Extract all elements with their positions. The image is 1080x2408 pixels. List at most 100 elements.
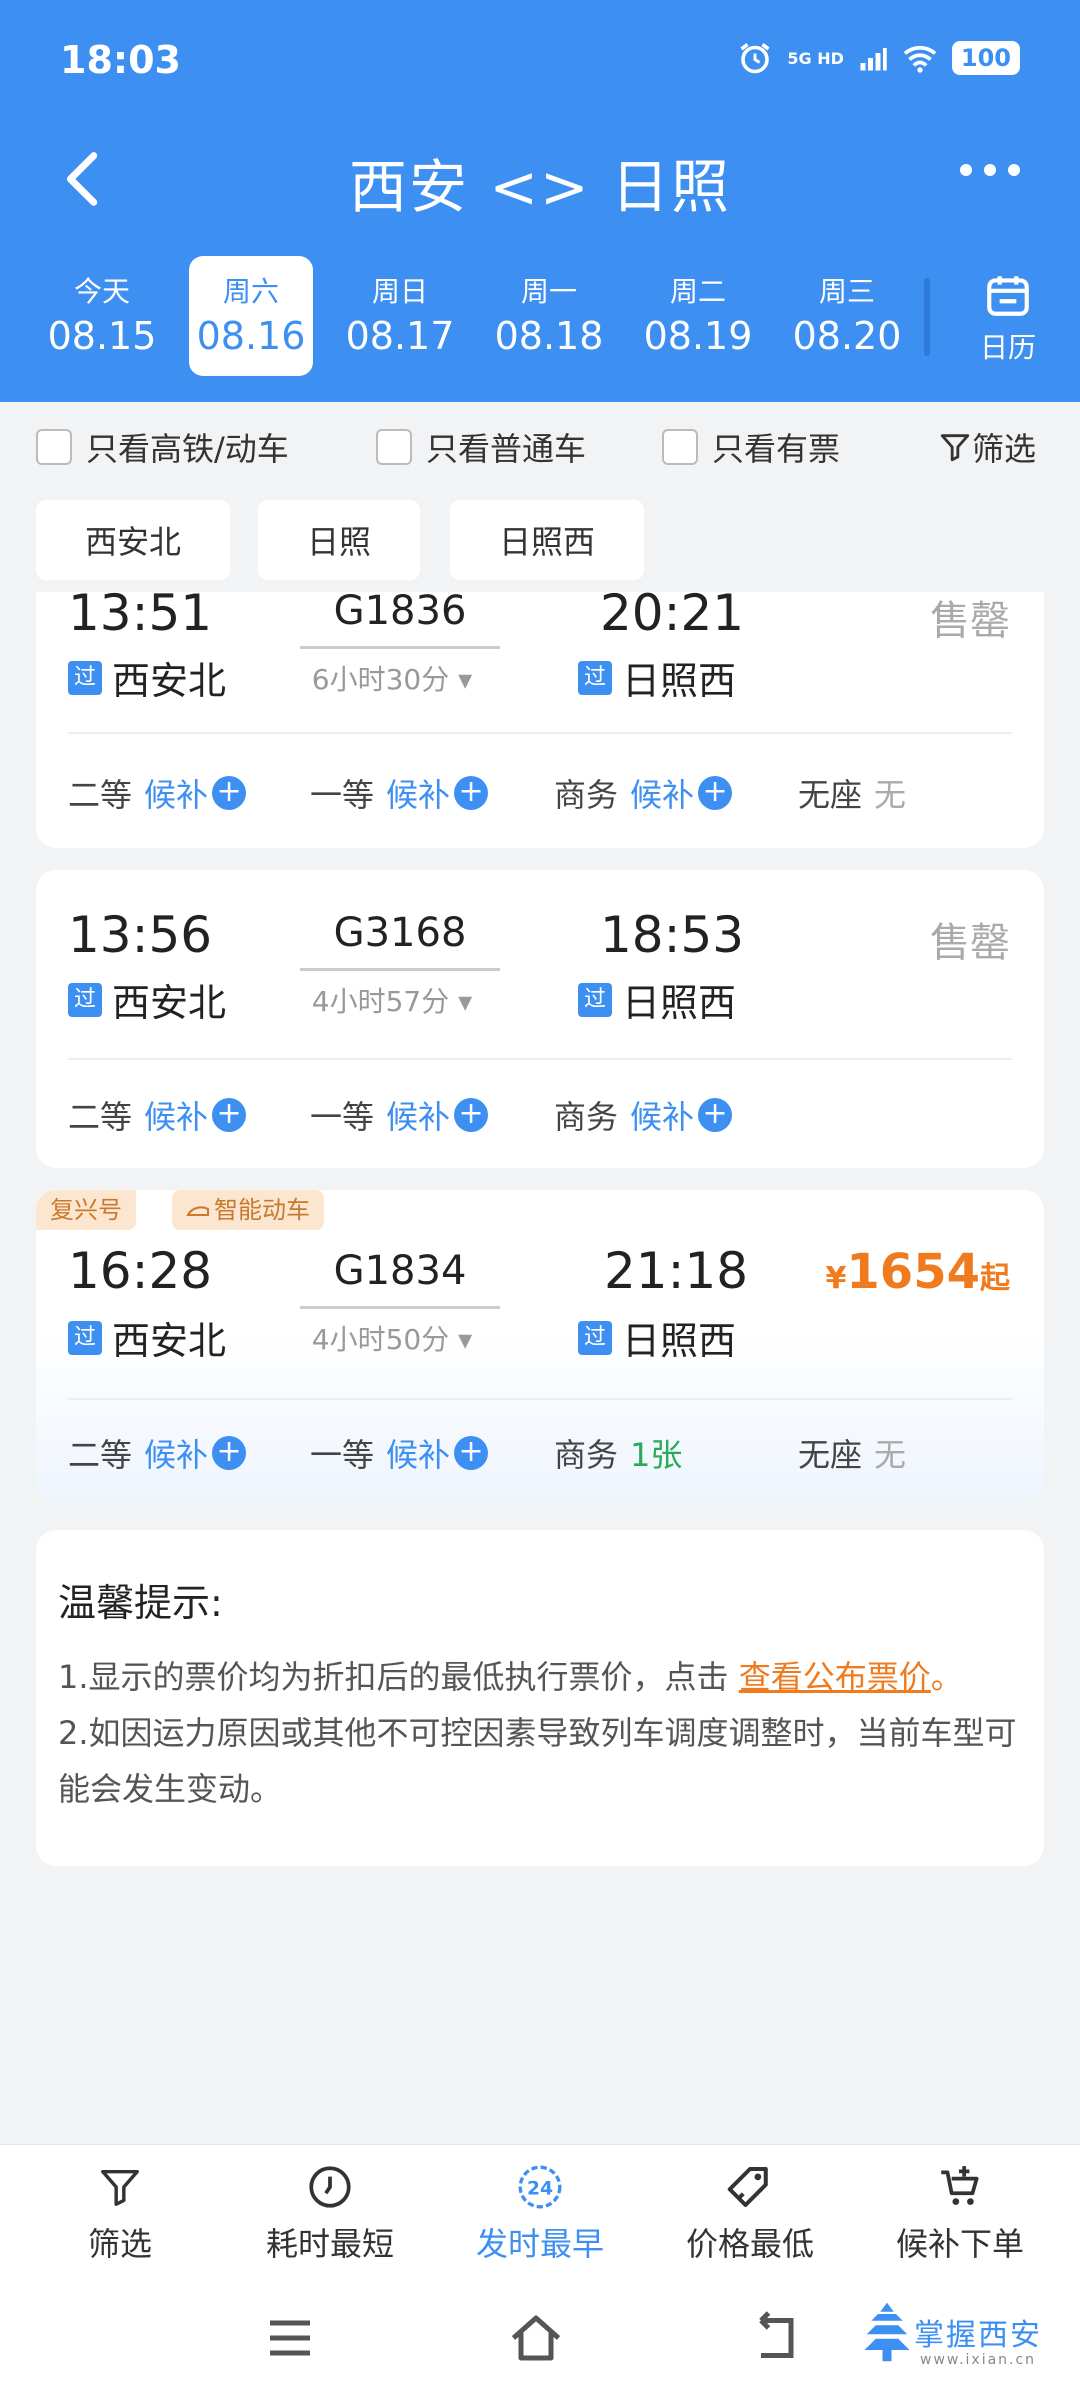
seat-second[interactable]: 二等 候补 + xyxy=(68,1430,247,1476)
to-station: 过日照西 xyxy=(578,1310,736,1365)
tab-earliest[interactable]: 24 发时最早 xyxy=(450,2159,630,2265)
seat-business[interactable]: 商务 候补 + xyxy=(554,770,733,816)
home-nav-button[interactable] xyxy=(504,2308,584,2378)
tips-line-2: 2.如因运力原因或其他不可控因素导致列车调度调整时，当前车型可能会发生变动。 xyxy=(58,1714,1017,1808)
svg-text:24: 24 xyxy=(527,2178,553,2199)
tab-shortest[interactable]: 耗时最短 xyxy=(240,2159,420,2265)
tab-label: 耗时最短 xyxy=(265,2225,394,2263)
date-tab-0819[interactable]: 周二 08.19 xyxy=(636,256,760,376)
date-divider xyxy=(924,278,930,356)
departure-time: 16:28 xyxy=(68,1242,213,1300)
network-label: 5G HD xyxy=(787,48,844,68)
date-tab-0820[interactable]: 周三 08.20 xyxy=(785,256,909,376)
tab-label: 价格最低 xyxy=(685,2225,814,2263)
menu-nav-button[interactable] xyxy=(260,2308,340,2378)
pass-badge: 过 xyxy=(68,660,102,695)
signal-icon xyxy=(860,48,887,71)
date-day: 周三 xyxy=(818,275,875,308)
departure-time: 13:51 xyxy=(68,592,213,642)
filter-button[interactable]: 筛选 xyxy=(938,424,1036,470)
station-chips: 西安北 日照 日照西 xyxy=(0,500,1080,586)
date-day: 今天 xyxy=(73,275,130,308)
station-chip-xianbei[interactable]: 西安北 xyxy=(36,500,230,580)
train-number: G1834 xyxy=(333,1248,467,1294)
train-number: G1836 xyxy=(333,592,467,634)
date-value: 08.16 xyxy=(196,314,306,358)
filter-label: 只看高铁/动车 xyxy=(86,430,289,468)
price: ¥1654起 xyxy=(825,1244,1010,1300)
tab-lowest-price[interactable]: 价格最低 xyxy=(660,2159,840,2265)
station-chip-rizhao[interactable]: 日照 xyxy=(258,500,420,580)
tab-label: 候补下单 xyxy=(895,2225,1024,2263)
checkbox-box xyxy=(376,429,412,465)
seat-first[interactable]: 一等 候补 + xyxy=(310,1430,489,1476)
calendar-label: 日历 xyxy=(979,331,1036,364)
back-nav-button[interactable] xyxy=(746,2308,826,2378)
arrival-time: 21:18 xyxy=(604,1242,749,1300)
clock-24-icon: 24 xyxy=(518,2165,562,2209)
tab-filter[interactable]: 筛选 xyxy=(30,2159,210,2265)
train-card-g3168[interactable]: 13:56 G3168 4小时57分 ▾ 18:53 售罄 过西安北 过日照西 … xyxy=(36,870,1044,1168)
calendar-icon xyxy=(987,276,1029,316)
train-card-g1834[interactable]: 复兴号 智能动车 16:28 G1834 4小时50分 ▾ 21:18 ¥165… xyxy=(36,1190,1044,1502)
timer-icon xyxy=(309,2166,351,2208)
tab-waitlist-order[interactable]: 候补下单 xyxy=(870,2159,1050,2265)
plus-icon: + xyxy=(698,776,733,810)
filter-putong-checkbox[interactable]: 只看普通车 xyxy=(376,424,586,470)
tips-line-1: 1.显示的票价均为折扣后的最低执行票价，点击 查看公布票价。 xyxy=(58,1658,963,1696)
view-published-price-link[interactable]: 查看公布票价 xyxy=(739,1658,931,1696)
date-tab-0816[interactable]: 周六 08.16 xyxy=(189,256,313,376)
status-bar: 18:03 5G HD 100 xyxy=(0,0,1080,130)
more-button[interactable] xyxy=(950,150,1030,210)
train-card-g1836[interactable]: 13:51 G1836 6小时30分 ▾ 20:21 售罄 过西安北 过日照西 … xyxy=(36,592,1044,848)
status-time: 18:03 xyxy=(60,38,181,82)
watermark-text: 掌握西安 xyxy=(914,2318,1042,2353)
title-bar: 西安 <> 日照 xyxy=(0,130,1080,230)
seat-business[interactable]: 商务 候补 + xyxy=(554,1092,733,1138)
filter-label: 只看有票 xyxy=(712,430,841,468)
price-tag-icon xyxy=(727,2166,768,2208)
smart-train-tag: 智能动车 xyxy=(172,1190,324,1230)
seat-standing: 无座无 xyxy=(798,776,907,814)
filter-icon xyxy=(101,2169,139,2206)
tab-label: 发时最早 xyxy=(475,2225,604,2263)
date-tab-0817[interactable]: 周日 08.17 xyxy=(338,256,462,376)
battery-indicator: 100 xyxy=(951,41,1020,75)
sort-tab-bar: 筛选 耗时最短 24 发时最早 价格最低 候补下单 xyxy=(0,2144,1080,2272)
return-icon xyxy=(759,2311,794,2358)
header: 18:03 5G HD 100 西安 <> 日照 今天 08.15 周六 08.… xyxy=(0,0,1080,402)
date-value: 08.15 xyxy=(47,314,157,358)
train-line xyxy=(300,968,500,971)
calendar-button[interactable]: 日历 xyxy=(958,270,1058,370)
date-day: 周一 xyxy=(520,275,577,308)
seat-first[interactable]: 一等 候补 + xyxy=(310,1092,489,1138)
from-station: 过西安北 xyxy=(68,1310,226,1365)
seat-second[interactable]: 二等 候补 + xyxy=(68,1092,247,1138)
checkbox-box xyxy=(662,429,698,465)
pass-badge: 过 xyxy=(68,982,102,1017)
seat-business[interactable]: 商务 1张 xyxy=(554,1430,682,1476)
date-tab-0815[interactable]: 今天 08.15 xyxy=(40,256,164,376)
plus-icon: + xyxy=(698,1098,733,1132)
to-station: 过日照西 xyxy=(578,972,736,1027)
date-tab-0818[interactable]: 周一 08.18 xyxy=(487,256,611,376)
home-icon xyxy=(511,2315,561,2361)
from-station: 过西安北 xyxy=(68,650,226,705)
date-value: 08.18 xyxy=(494,314,604,358)
seat-second[interactable]: 二等 候补 + xyxy=(68,770,247,816)
seat-first[interactable]: 一等 候补 + xyxy=(310,770,489,816)
filter-button-label: 筛选 xyxy=(971,430,1036,468)
date-day: 周六 xyxy=(222,275,279,308)
tips-panel: 温馨提示: 1.显示的票价均为折扣后的最低执行票价，点击 查看公布票价。 2.如… xyxy=(36,1530,1044,1866)
plus-icon: + xyxy=(454,1098,489,1132)
cart-plus-icon xyxy=(941,2166,979,2205)
page-title: 西安 <> 日照 xyxy=(348,153,732,221)
plus-icon: + xyxy=(212,1098,247,1132)
filter-youpiao-checkbox[interactable]: 只看有票 xyxy=(662,424,840,470)
station-chip-rizhaoxi[interactable]: 日照西 xyxy=(450,500,644,580)
to-station: 过日照西 xyxy=(578,650,736,705)
plus-icon: + xyxy=(454,776,489,810)
seat-standing: 无座无 xyxy=(798,1436,907,1474)
filter-gaotie-checkbox[interactable]: 只看高铁/动车 xyxy=(36,424,289,470)
plus-icon: + xyxy=(454,1436,489,1470)
